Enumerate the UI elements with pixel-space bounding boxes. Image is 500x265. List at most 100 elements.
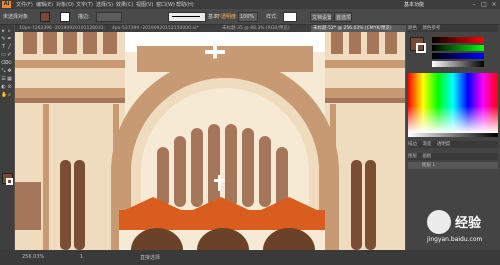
left-pilaster <box>43 104 49 250</box>
y-slider[interactable] <box>432 53 484 59</box>
menu-type[interactable]: 文字(T) <box>76 1 93 8</box>
minimize-icon[interactable]: – <box>470 1 478 8</box>
style-picker[interactable] <box>283 12 297 22</box>
brush-preview[interactable] <box>168 12 206 22</box>
tool-icon[interactable]: ⌫ <box>1 61 8 66</box>
tool-icon[interactable]: ✥ <box>7 69 12 74</box>
organ-pipe <box>259 136 271 207</box>
paw-logo-icon <box>427 210 451 234</box>
right-tower-window <box>331 32 343 54</box>
right-tall-window <box>365 160 376 250</box>
tool-icon[interactable]: ╱ <box>7 45 12 50</box>
layers-panel-tabs: 图层 画板 <box>408 153 498 160</box>
tool-icon[interactable]: ◐ <box>1 85 6 90</box>
tool-icon[interactable]: ✋ <box>1 93 7 98</box>
page-number[interactable]: 1 <box>80 254 83 260</box>
left-tower-window <box>83 32 97 54</box>
left-tower-cornice <box>15 88 125 98</box>
organ-pipe <box>276 147 288 207</box>
right-tower-window <box>349 32 361 54</box>
tab-color-guide[interactable]: 颜色参考 <box>422 26 440 31</box>
menu-view[interactable]: 视图(V) <box>136 1 153 8</box>
prefs-button[interactable]: 首选项 <box>334 12 352 22</box>
stroke-panel-tabs: 描边 渐变 透明度 <box>408 141 498 148</box>
tool-icon[interactable]: ☰ <box>1 77 6 82</box>
c-slider[interactable] <box>432 37 484 43</box>
organ-pipe <box>225 124 237 207</box>
tool-icon[interactable]: ⟲ <box>7 61 12 66</box>
tab-color[interactable]: 颜色 <box>408 26 417 31</box>
organ-pipe <box>174 136 186 207</box>
tool-icon[interactable]: ✒ <box>7 37 12 42</box>
right-tower-band <box>325 98 405 103</box>
k-slider[interactable] <box>432 61 484 67</box>
baidu-watermark: 经验 jingyan.baidu.com <box>425 208 500 248</box>
menu-object[interactable]: 对象(O) <box>56 1 74 8</box>
tab-doc-2[interactable]: 4px-537399 -20190920152150000.ai* <box>110 25 224 32</box>
m-slider[interactable] <box>432 45 484 51</box>
small-cross-vertical <box>218 175 221 191</box>
layer-row[interactable]: 图层 1 <box>408 162 498 169</box>
tab-gradient[interactable]: 渐变 <box>422 142 431 147</box>
tool-icon[interactable]: ▹ <box>7 29 12 34</box>
menu-window[interactable]: 窗口(W) <box>156 1 175 8</box>
orange-frieze <box>119 210 325 230</box>
control-bar: 未选择对象 描边: 基本 不透明度: 100% 样式: 文档设置 首选项 <box>0 9 500 25</box>
tool-icon[interactable]: ⤡ <box>1 69 6 74</box>
style-label: 样式: <box>266 14 278 20</box>
doc-settings-button[interactable]: 文档设置 <box>310 12 332 22</box>
panel-stroke-swatch[interactable] <box>416 43 426 53</box>
fill-swatch[interactable] <box>40 12 50 22</box>
church-illustration <box>15 32 405 250</box>
tool-icon[interactable]: ▸ <box>1 29 6 34</box>
artboard-canvas[interactable] <box>15 32 405 250</box>
tool-icon[interactable]: ▭ <box>1 53 6 58</box>
tool-icon[interactable]: ⊘ <box>7 85 12 90</box>
left-tower-band <box>15 98 125 103</box>
document-tabs: 10px-7262396 -20190920101128031.ai* 4px-… <box>15 25 407 32</box>
left-tall-window <box>74 160 85 250</box>
workspace-switcher[interactable]: 基本功能 <box>404 1 424 8</box>
watermark-url: jingyan.baidu.com <box>427 236 483 243</box>
menu-file[interactable]: 文件(F) <box>16 1 33 8</box>
stroke-swatch[interactable] <box>60 12 70 22</box>
tool-icon[interactable]: ⌕ <box>7 93 12 98</box>
color-spectrum[interactable] <box>408 73 498 133</box>
tool-icon[interactable]: ✐ <box>7 53 12 58</box>
maximize-icon[interactable]: □ <box>480 1 488 8</box>
tool-icon[interactable]: ▦ <box>7 77 12 82</box>
menu-select[interactable]: 选择(S) <box>96 1 113 8</box>
current-tool: 直接选择 <box>140 255 161 261</box>
tab-stroke[interactable]: 描边 <box>408 142 417 147</box>
tab-artboards[interactable]: 画板 <box>422 154 431 159</box>
prefs-label: 首选项 <box>336 15 352 21</box>
menu-edit[interactable]: 编辑(E) <box>36 1 53 8</box>
tool-icon[interactable]: ✎ <box>1 37 6 42</box>
left-tall-window <box>60 160 71 250</box>
tab-transparency[interactable]: 透明度 <box>437 142 451 147</box>
opacity-field[interactable]: 100% <box>238 12 258 22</box>
right-tower-window <box>367 32 379 54</box>
menu-help[interactable]: 帮助(H) <box>176 1 194 8</box>
tool-icon[interactable]: T <box>1 45 6 50</box>
app-logo: Ai <box>2 1 11 8</box>
close-icon[interactable]: × <box>490 1 498 8</box>
organ-pipe <box>157 147 169 207</box>
menu-effect[interactable]: 效果(C) <box>116 1 133 8</box>
organ-pipe <box>242 128 254 207</box>
opacity-label: 不透明度: <box>216 14 238 20</box>
small-cross-horizontal <box>214 179 225 182</box>
menu-bar: Ai 文件(F) 编辑(E) 对象(O) 文字(T) 选择(S) 效果(C) 视… <box>0 0 500 9</box>
tab-layers[interactable]: 图层 <box>408 154 417 159</box>
zoom-level[interactable]: 256.03% <box>22 254 44 260</box>
stroke-color-icon[interactable] <box>6 178 13 185</box>
tab-doc-3[interactable]: 未标题-35 @ 88.3% (RGB/预览) <box>220 25 309 32</box>
organ-pipe <box>191 128 203 207</box>
right-tower-ledge <box>325 60 405 68</box>
left-tower-ledge <box>15 60 125 68</box>
organ-pipe <box>208 124 220 207</box>
grayscale-ramp[interactable] <box>408 133 498 137</box>
stroke-weight-field[interactable] <box>96 12 122 22</box>
tab-doc-1[interactable]: 10px-7262396 -20190920101128031.ai* <box>17 25 105 32</box>
tab-doc-4[interactable]: 未标题-52* @ 256.03% (CMYK/预览) <box>311 25 407 32</box>
